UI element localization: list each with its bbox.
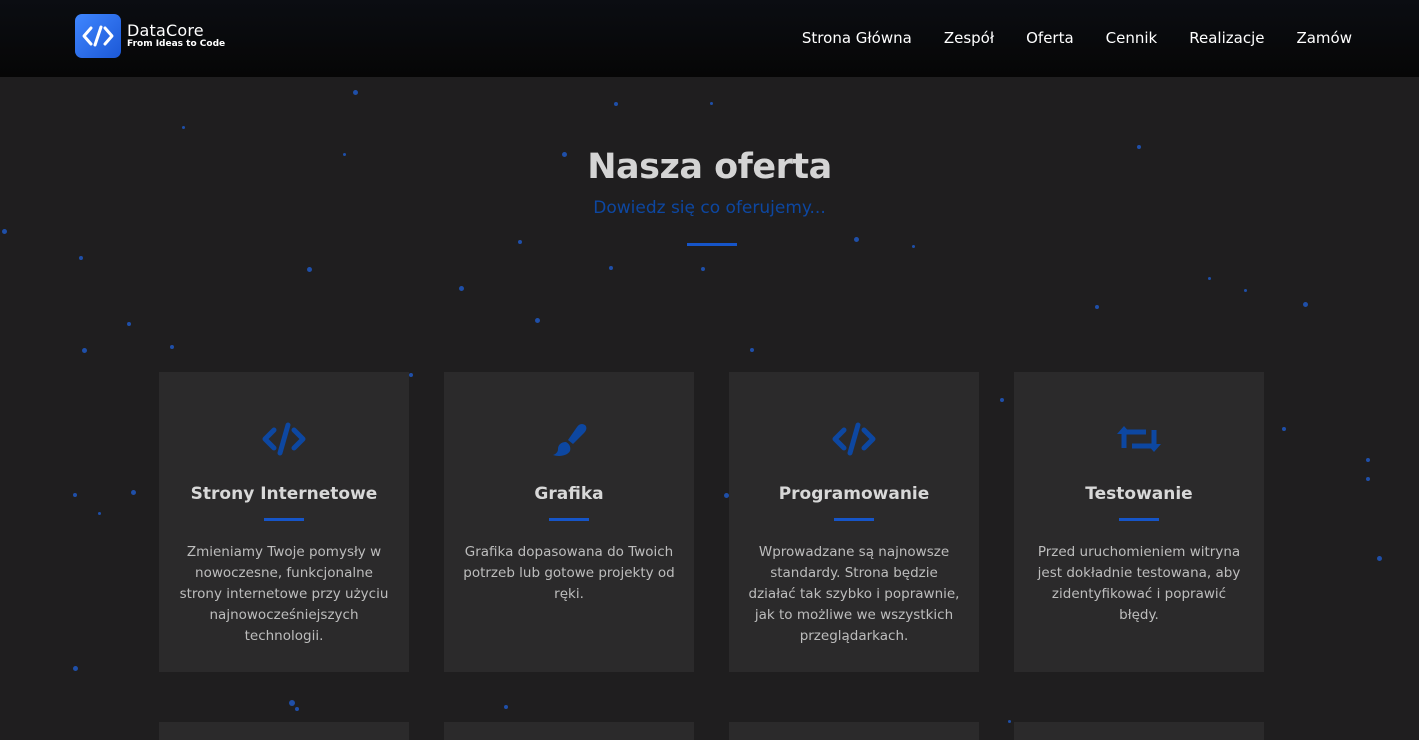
logo-text: DataCore From Ideas to Code: [127, 23, 225, 49]
card-text: Zmieniamy Twoje pomysły w nowoczesne, fu…: [179, 544, 389, 644]
card-text: Przed uruchomieniem witryna jest dokładn…: [1037, 544, 1241, 623]
card-title: Grafika: [534, 484, 604, 504]
code-icon: [729, 422, 979, 456]
offer-card-websites: Strony Internetowe Zmieniamy Twoje pomys…: [159, 372, 409, 672]
card-text: Grafika dopasowana do Twoich potrzeb lub…: [463, 544, 675, 602]
offer-card-row2-4: [1014, 722, 1264, 740]
paint-brush-icon: [444, 422, 694, 456]
main-nav: Strona Główna Zespół Oferta Cennik Reali…: [770, 27, 1352, 49]
offer-card-row2-3: [729, 722, 979, 740]
section-subtitle: Dowiedz się co oferujemy...: [593, 198, 826, 218]
section-divider: [687, 243, 737, 246]
logo-link[interactable]: DataCore From Ideas to Code: [75, 14, 225, 58]
card-divider: [1119, 518, 1159, 521]
navbar: DataCore From Ideas to Code Strona Główn…: [0, 0, 1419, 77]
card-text: Wprowadzane są najnowsze standardy. Stro…: [748, 544, 960, 644]
logo-name: DataCore: [127, 21, 204, 40]
offer-card-graphics: Grafika Grafika dopasowana do Twoich pot…: [444, 372, 694, 672]
code-icon: [159, 422, 409, 456]
code-logo-icon: [75, 14, 121, 58]
nav-offer[interactable]: Oferta: [1026, 27, 1074, 49]
card-divider: [834, 518, 874, 521]
offer-card-row2-1: [159, 722, 409, 740]
nav-team[interactable]: Zespół: [944, 27, 994, 49]
nav-home[interactable]: Strona Główna: [802, 27, 912, 49]
logo-tagline: From Ideas to Code: [127, 39, 226, 49]
card-divider: [549, 518, 589, 521]
offer-card-programming: Programowanie Wprowadzane są najnowsze s…: [729, 372, 979, 672]
offer-card-testing: Testowanie Przed uruchomieniem witryna j…: [1014, 372, 1264, 672]
offer-card-row2-2: [444, 722, 694, 740]
card-divider: [264, 518, 304, 521]
card-title: Testowanie: [1085, 484, 1193, 504]
retweet-icon: [1014, 422, 1264, 456]
nav-order[interactable]: Zamów: [1296, 27, 1352, 49]
card-title: Strony Internetowe: [190, 484, 378, 504]
card-title: Programowanie: [778, 484, 930, 504]
nav-portfolio[interactable]: Realizacje: [1189, 27, 1264, 49]
nav-pricing[interactable]: Cennik: [1106, 27, 1158, 49]
section-title: Nasza oferta: [587, 147, 832, 187]
